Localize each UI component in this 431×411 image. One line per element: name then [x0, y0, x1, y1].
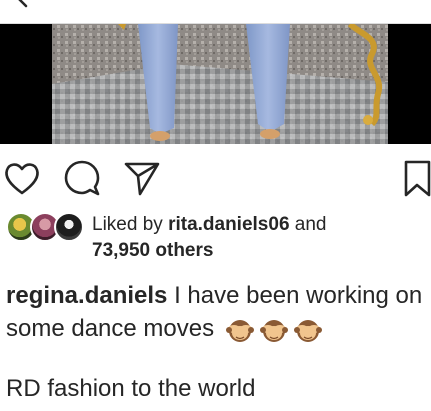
caption-emoji-row — [225, 317, 323, 343]
save-button[interactable] — [399, 158, 431, 198]
post-actions — [0, 158, 431, 202]
others-count-link[interactable]: 73,950 others — [92, 240, 213, 261]
liked-by-prefix: Liked by — [92, 214, 163, 235]
comment-bubble-icon — [64, 160, 100, 196]
post-photo[interactable] — [0, 24, 431, 144]
liker-avatars[interactable] — [6, 212, 86, 246]
caption-second-line: RD fashion to the world — [6, 375, 256, 402]
top-bar — [0, 0, 431, 24]
see-no-evil-monkey-icon — [225, 319, 254, 342]
see-no-evil-monkey-icon — [259, 319, 288, 342]
share-button[interactable] — [122, 158, 162, 198]
bookmark-icon — [404, 160, 431, 197]
see-no-evil-monkey-icon — [293, 319, 322, 342]
liked-by-and: and — [294, 214, 327, 235]
post-caption: regina.daniels I have been working on so… — [6, 279, 426, 345]
caption-username-link[interactable]: regina.daniels — [6, 282, 167, 309]
comment-button[interactable] — [62, 158, 102, 198]
likes-summary: Liked by rita.daniels06 and 73,950 other… — [0, 208, 431, 264]
liked-by-username-link[interactable]: rita.daniels06 — [168, 214, 289, 235]
avatar[interactable] — [54, 212, 84, 242]
photo-image — [0, 24, 431, 144]
like-button[interactable] — [2, 158, 42, 198]
likes-text: Liked by rita.daniels06 and 73,950 other… — [92, 212, 327, 264]
back-arrow-icon[interactable] — [12, 0, 34, 8]
heart-icon — [5, 163, 39, 195]
paper-plane-icon — [124, 162, 160, 196]
